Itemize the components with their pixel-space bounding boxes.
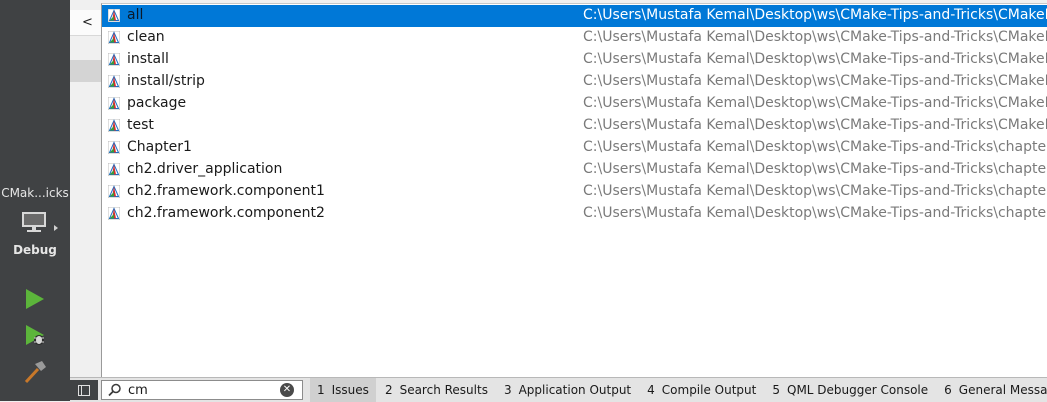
target-name: clean xyxy=(127,29,165,45)
target-name: ch2.driver_application xyxy=(127,161,283,177)
search-query[interactable]: cm xyxy=(128,383,148,398)
target-path: C:\Users\Mustafa Kemal\Desktop\ws\CMake-… xyxy=(583,73,1047,89)
pane-number: 6 xyxy=(944,383,952,397)
cmake-target-icon xyxy=(108,185,120,198)
output-pane-tab[interactable]: 5 QML Debugger Console xyxy=(765,378,935,402)
locator-result-row[interactable]: Chapter1 C:\Users\Mustafa Kemal\Desktop\w… xyxy=(102,137,1047,159)
locator-result-row[interactable]: all C:\Users\Mustafa Kemal\Desktop\ws\CMa… xyxy=(102,5,1047,27)
locator-results-popup: all C:\Users\Mustafa Kemal\Desktop\ws\CMa… xyxy=(101,3,1047,378)
locator-result-row[interactable]: ch2.driver_application C:\Users\Mustafa K… xyxy=(102,159,1047,181)
locator-result-row[interactable]: ch2.framework.component1 C:\Users\Mustafa… xyxy=(102,181,1047,203)
target-path: C:\Users\Mustafa Kemal\Desktop\ws\CMake-… xyxy=(583,51,1047,67)
sidebar-icon xyxy=(78,385,90,396)
pane-number: 1 xyxy=(317,383,325,397)
hammer-icon[interactable] xyxy=(22,359,48,385)
locator-search-input[interactable]: cm ✕ xyxy=(101,380,303,400)
cmake-target-icon xyxy=(108,53,120,66)
target-name: package xyxy=(127,95,187,111)
pane-label: Search Results xyxy=(399,383,488,397)
pane-label: Compile Output xyxy=(661,383,757,397)
clear-icon[interactable]: ✕ xyxy=(280,383,294,397)
cmake-target-icon xyxy=(108,207,120,220)
debug-play-icon[interactable] xyxy=(24,324,48,348)
output-pane-bar: cm ✕ 1 Issues 2 Search Results 3 Application … xyxy=(70,377,1047,402)
cmake-target-icon xyxy=(108,163,120,176)
back-arrow-icon: < xyxy=(82,15,93,30)
target-name: install xyxy=(127,51,169,67)
pane-label: General Messages xyxy=(958,383,1047,397)
target-path: C:\Users\Mustafa Kemal\Desktop\ws\CMake-… xyxy=(583,117,1047,133)
output-pane-tab[interactable]: 4 Compile Output xyxy=(640,378,763,402)
kit-selector-label[interactable]: CMak...icks xyxy=(0,186,70,200)
target-path: C:\Users\Mustafa Kemal\Desktop\ws\CMake-… xyxy=(583,205,1047,221)
target-name: install/strip xyxy=(127,73,205,89)
cmake-target-icon xyxy=(108,97,120,110)
cmake-target-icon xyxy=(108,9,120,22)
locator-result-row[interactable]: clean C:\Users\Mustafa Kemal\Desktop\ws\C… xyxy=(102,27,1047,49)
editor-tab-placeholder xyxy=(70,60,102,82)
pane-number: 5 xyxy=(772,383,780,397)
output-pane-buttons: 1 Issues 2 Search Results 3 Application Outpu… xyxy=(310,378,1047,402)
monitor-icon[interactable] xyxy=(20,210,48,234)
target-path: C:\Users\Mustafa Kemal\Desktop\ws\CMake-… xyxy=(583,95,1047,111)
output-pane-tab[interactable]: 2 Search Results xyxy=(378,378,495,402)
locator-result-row[interactable]: install C:\Users\Mustafa Kemal\Desktop\ws… xyxy=(102,49,1047,71)
pane-label: Application Output xyxy=(518,383,632,397)
cmake-target-icon xyxy=(108,141,120,154)
pane-number: 4 xyxy=(647,383,655,397)
cmake-target-icon xyxy=(108,75,120,88)
play-icon[interactable] xyxy=(24,288,46,310)
target-name: ch2.framework.component2 xyxy=(127,205,325,221)
locator-result-row[interactable]: install/strip C:\Users\Mustafa Kemal\Desk… xyxy=(102,71,1047,93)
locator-result-row[interactable]: package C:\Users\Mustafa Kemal\Desktop\ws… xyxy=(102,93,1047,115)
cmake-target-icon xyxy=(108,31,120,44)
target-name: test xyxy=(127,117,154,133)
cmake-target-icon xyxy=(108,119,120,132)
back-button[interactable]: < xyxy=(70,10,102,36)
pane-number: 2 xyxy=(384,383,393,397)
target-name: all xyxy=(127,7,144,23)
editor-background xyxy=(70,0,102,377)
mode-sidebar: CMak...icks Debug xyxy=(0,0,70,401)
toggle-sidebar-button[interactable] xyxy=(70,380,98,400)
target-path: C:\Users\Mustafa Kemal\Desktop\ws\CMake-… xyxy=(583,7,1047,23)
target-path: C:\Users\Mustafa Kemal\Desktop\ws\CMake-… xyxy=(583,161,1047,177)
locator-result-row[interactable]: ch2.framework.component2 C:\Users\Mustafa… xyxy=(102,203,1047,225)
target-name: ch2.framework.component1 xyxy=(127,183,325,199)
target-path: C:\Users\Mustafa Kemal\Desktop\ws\CMake-… xyxy=(583,139,1047,155)
build-mode-label[interactable]: Debug xyxy=(0,243,70,257)
output-pane-tab[interactable]: 1 Issues xyxy=(310,378,376,402)
target-name: Chapter1 xyxy=(127,139,192,155)
output-pane-tab[interactable]: 3 Application Output xyxy=(497,378,638,402)
pane-label: Issues xyxy=(331,383,369,397)
target-path: C:\Users\Mustafa Kemal\Desktop\ws\CMake-… xyxy=(583,29,1047,45)
locator-result-row[interactable]: test C:\Users\Mustafa Kemal\Desktop\ws\CM… xyxy=(102,115,1047,137)
pane-number: 3 xyxy=(503,383,512,397)
pane-label: QML Debugger Console xyxy=(787,383,929,397)
kit-expand-arrow-icon[interactable] xyxy=(54,225,58,231)
search-icon xyxy=(108,383,121,397)
output-pane-tab[interactable]: 6 General Messages xyxy=(937,378,1047,402)
target-path: C:\Users\Mustafa Kemal\Desktop\ws\CMake-… xyxy=(583,183,1047,199)
